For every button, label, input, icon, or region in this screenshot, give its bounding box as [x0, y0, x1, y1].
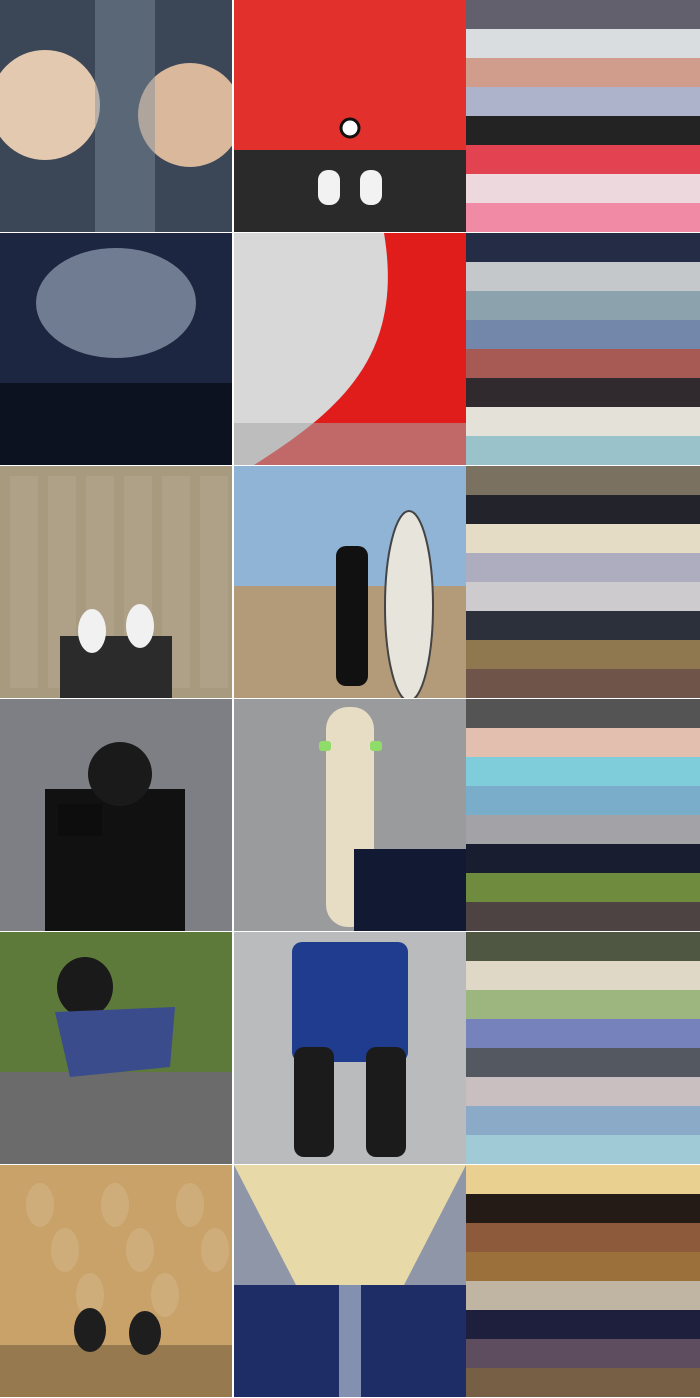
palette-swatch	[466, 349, 700, 378]
palette-swatch	[466, 1281, 700, 1310]
photo-tile	[234, 932, 466, 1164]
photo-longboard-on-asphalt-top-down	[234, 699, 466, 931]
palette-swatch	[466, 320, 700, 349]
photo-airplane-cabin-aisle	[234, 1165, 466, 1397]
photo-red-bmw-hood-and-sneakers	[234, 0, 466, 232]
palette-swatch	[466, 233, 700, 262]
color-palette	[466, 233, 700, 465]
photo-tile	[0, 233, 232, 465]
palette-swatch	[466, 495, 700, 524]
palette-swatch	[466, 29, 700, 58]
palette-swatch	[466, 1339, 700, 1368]
grid-row	[0, 233, 700, 465]
color-palette	[466, 699, 700, 931]
palette-swatch	[466, 87, 700, 116]
palette-swatch	[466, 844, 700, 873]
palette-swatch	[466, 524, 700, 553]
photo-two-men-selfie-looking-up	[0, 0, 232, 232]
photo-racer-leather-pants-boots	[234, 932, 466, 1164]
grid-row	[0, 0, 700, 232]
photo-tile	[234, 1165, 466, 1397]
palette-swatch	[466, 1048, 700, 1077]
grid-row	[0, 1165, 700, 1397]
palette-swatch	[466, 1106, 700, 1135]
photo-longboarder-in-leather-suit	[0, 932, 232, 1164]
palette-swatch	[466, 699, 700, 728]
palette-swatch	[466, 1165, 700, 1194]
photo-concert-crowd-stage-lights	[0, 233, 232, 465]
palette-swatch	[466, 582, 700, 611]
palette-swatch	[466, 728, 700, 757]
palette-swatch	[466, 1194, 700, 1223]
palette-swatch	[466, 291, 700, 320]
grid-row	[0, 699, 700, 931]
palette-swatch	[466, 553, 700, 582]
photo-surfer-holding-board-on-beach	[234, 466, 466, 698]
photo-tile	[0, 0, 232, 232]
palette-swatch	[466, 262, 700, 291]
photo-tile	[234, 466, 466, 698]
palette-swatch	[466, 203, 700, 232]
photo-tile	[0, 466, 232, 698]
palette-swatch	[466, 1368, 700, 1397]
palette-swatch	[466, 1135, 700, 1164]
palette-swatch	[466, 1223, 700, 1252]
palette-swatch	[466, 116, 700, 145]
color-palette	[466, 0, 700, 232]
palette-swatch	[466, 378, 700, 407]
color-palette	[466, 1165, 700, 1397]
palette-swatch	[466, 932, 700, 961]
palette-swatch	[466, 1019, 700, 1048]
grid-row	[0, 932, 700, 1164]
color-palette	[466, 466, 700, 698]
palette-swatch	[466, 990, 700, 1019]
photo-tile	[0, 932, 232, 1164]
photo-tile	[0, 699, 232, 931]
photo-gallery-red-curved-wall	[234, 233, 466, 465]
palette-swatch	[466, 961, 700, 990]
photo-tile	[234, 0, 466, 232]
palette-swatch	[466, 640, 700, 669]
palette-swatch	[466, 1077, 700, 1106]
palette-swatch	[466, 145, 700, 174]
palette-swatch	[466, 0, 700, 29]
palette-swatch	[466, 466, 700, 495]
palette-swatch	[466, 611, 700, 640]
photo-tile	[0, 1165, 232, 1397]
palette-swatch	[466, 436, 700, 465]
photo-palette-grid	[0, 0, 700, 1398]
photo-tile	[234, 233, 466, 465]
photo-photographer-with-camera-portrait	[0, 699, 232, 931]
photo-tile	[234, 699, 466, 931]
palette-swatch	[466, 669, 700, 698]
palette-swatch	[466, 757, 700, 786]
palette-swatch	[466, 1252, 700, 1281]
palette-swatch	[466, 407, 700, 436]
palette-swatch	[466, 1310, 700, 1339]
color-palette	[466, 932, 700, 1164]
photo-feet-on-patterned-floor	[0, 466, 232, 698]
palette-swatch	[466, 873, 700, 902]
palette-swatch	[466, 815, 700, 844]
palette-swatch	[466, 174, 700, 203]
palette-swatch	[466, 902, 700, 931]
photo-feet-on-sand-with-footprints	[0, 1165, 232, 1397]
palette-swatch	[466, 58, 700, 87]
grid-row	[0, 466, 700, 698]
palette-swatch	[466, 786, 700, 815]
